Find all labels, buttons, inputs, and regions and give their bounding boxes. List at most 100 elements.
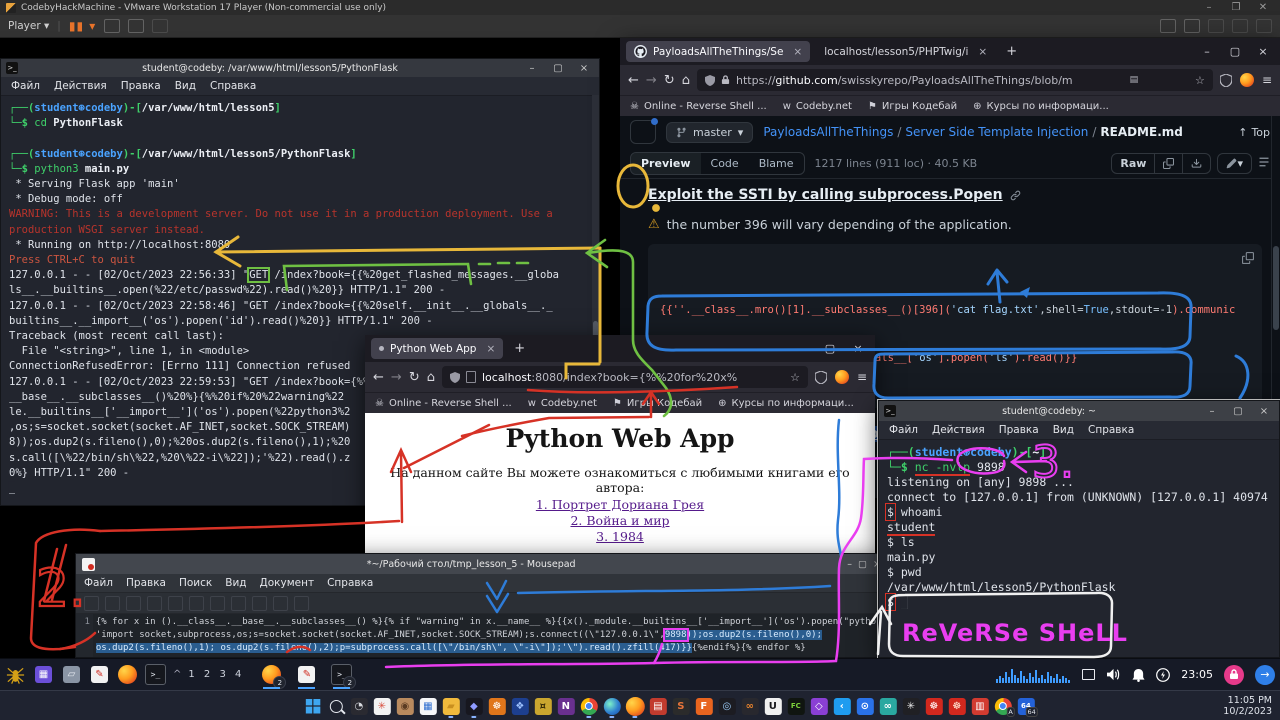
firefox-account-icon[interactable] [835,370,849,384]
session-icon[interactable]: → [1255,665,1275,685]
player-menu[interactable]: Player ▾ [8,20,49,32]
menu-item-Справка[interactable]: Справка [1088,424,1134,436]
menu-icon[interactable]: ≡ [1262,73,1272,87]
replace-icon[interactable] [294,596,309,611]
home-icon[interactable]: ⌂ [427,370,435,385]
forward-icon[interactable]: → [391,370,402,385]
app-media-red-icon[interactable]: ▤ [648,694,668,718]
reader-icon[interactable]: ▤ [1130,75,1139,85]
menu-item-Вид[interactable]: Вид [1053,424,1074,436]
app-gear-red-1-icon[interactable]: ☸ [924,694,944,718]
app-blender-icon[interactable]: ∞ [740,694,760,718]
mousepad-titlebar[interactable]: *~/Рабочий стол/tmp_lesson_5 - Mousepad … [76,554,887,574]
app-firefox-icon[interactable] [625,694,645,718]
menu-icon[interactable]: ≡ [857,370,867,384]
fullscreen-icon[interactable] [128,19,144,33]
payload-text[interactable]: {% for x in ().__class__.__base__.__subc… [93,614,887,657]
heading-subprocess-popen[interactable]: Exploit the SSTI by calling subprocess.P… [648,187,1262,203]
menu-item-Вид[interactable]: Вид [225,577,246,589]
branch-selector[interactable]: master ▾ [666,122,753,143]
mousepad-running-icon[interactable]: ✎ [296,664,317,685]
minimize-button[interactable]: – [1198,2,1220,13]
link-1984[interactable]: 3. 1984 [365,529,875,545]
app-gear-red-2-icon[interactable]: ☸ [947,694,967,718]
terminal-running-icon[interactable]: >_2 [331,664,352,685]
app-f-reader-icon[interactable]: F [694,694,714,718]
mousepad-minimize[interactable]: – [847,559,852,570]
github-window-close[interactable]: × [1252,45,1274,58]
mousepad-launcher-icon[interactable]: ✎ [89,664,110,685]
save-as-icon[interactable] [147,596,162,611]
app-unreal-icon[interactable]: U [763,694,783,718]
breadcrumb-repo[interactable]: PayloadsAllTheThings [763,125,893,139]
menu-item-Документ[interactable]: Документ [260,577,315,589]
firefox-launcher-icon[interactable] [117,664,138,685]
terminal1-titlebar[interactable]: >_ student@codeby: /var/www/html/lesson5… [1,59,599,77]
tab-close-icon[interactable]: × [486,343,495,355]
app-spider-icon[interactable]: ✳ [901,694,921,718]
bookmark-star-icon[interactable]: ☆ [1195,74,1205,87]
edit-button[interactable]: ▾ [1218,154,1251,173]
close-button[interactable]: ✕ [1252,2,1274,13]
bookmark-item[interactable]: wCodeby.net [528,398,597,409]
app-sublime-icon[interactable]: S [671,694,691,718]
harddisk-device-icon[interactable] [1184,19,1200,33]
expand-caret[interactable]: ^ [173,669,181,680]
app-gauge-icon[interactable]: ◔ [349,694,369,718]
tab-close-icon[interactable]: × [978,46,987,58]
codeby-logo-icon[interactable] [5,664,26,685]
bookmark-item[interactable]: ☠Online - Reverse Shell ... [375,398,512,409]
terminal-launcher-icon[interactable]: >_ [145,664,166,685]
display-device-icon[interactable] [1160,19,1176,33]
open-icon[interactable] [105,596,120,611]
vm-clock[interactable]: 23:05 [1181,668,1213,681]
mousepad-editor[interactable]: 1 {% for x in ().__class__.__base__.__su… [76,614,887,657]
network-device-icon[interactable] [1232,19,1248,33]
screen-lock-icon[interactable] [1224,665,1244,685]
app-edge-icon[interactable] [602,694,622,718]
new-tab-button[interactable]: + [509,341,530,356]
app-vscode-icon[interactable]: ‹ [832,694,852,718]
app-chrome-icon[interactable] [579,694,599,718]
webapp-urlbar[interactable]: localhost:8080/index?book={%%20for%20x% … [442,366,808,388]
mousepad-maximize[interactable]: ▢ [858,559,867,570]
save-icon[interactable] [126,596,141,611]
tab-close-icon[interactable]: × [793,46,802,58]
raw-button[interactable]: Raw [1112,154,1154,173]
start-button-icon[interactable] [303,694,323,718]
webapp-window-minimize[interactable]: – [791,342,813,355]
download-button[interactable] [1182,154,1210,173]
power-bolt-icon[interactable] [1156,668,1170,682]
reload-icon[interactable]: ↻ [409,370,420,385]
windows-clock[interactable]: 11:05 PM 10/2/2023 [1223,691,1272,720]
bookmark-item[interactable]: ⊕Курсы по информаци... [718,398,854,409]
bookmark-item[interactable]: wCodeby.net [783,101,852,112]
app-lens-icon[interactable]: ◎ [717,694,737,718]
menu-item-Правка[interactable]: Правка [999,424,1039,436]
menu-item-Файл[interactable]: Файл [889,424,918,436]
redo-icon[interactable] [189,596,204,611]
menu-item-Правка[interactable]: Правка [121,80,161,92]
cut-icon[interactable] [210,596,225,611]
menu-item-Вид[interactable]: Вид [175,80,196,92]
app-calendar-icon[interactable]: ▦ [418,694,438,718]
cdrom-device-icon[interactable] [1208,19,1224,33]
app-visual-studio-icon[interactable]: ◇ [809,694,829,718]
terminal2-minimize-button[interactable]: – [1202,406,1222,417]
tab-localhost-phptwig[interactable]: localhost/lesson5/PHPTwig/i× [816,41,995,62]
volume-icon[interactable] [1106,668,1121,681]
mousepad-window[interactable]: *~/Рабочий стол/tmp_lesson_5 - Mousepad … [75,553,888,658]
terminal2-maximize-button[interactable]: ▢ [1228,406,1248,417]
file-tree-icon[interactable] [630,120,656,144]
bookmark-item[interactable]: ⚑Игры Кодебай [868,101,957,112]
terminal-window-netcat[interactable]: >_ student@codeby: ~ – ▢ × ФайлДействияП… [878,400,1280,658]
link-war-and-peace[interactable]: 2. Война и мир [365,513,875,529]
app-pinwheel-icon[interactable]: ✳ [372,694,392,718]
app-fc-icon[interactable]: FC [786,694,806,718]
app-menu-icon[interactable]: ▦ [33,664,54,685]
terminal1-close-button[interactable]: × [574,63,594,74]
usb-device-icon[interactable] [1256,19,1272,33]
tab-preview[interactable]: Preview [631,153,701,174]
workspace-switcher[interactable]: 1 2 3 4 [188,669,244,680]
webapp-window-maximize[interactable]: ▢ [819,342,841,355]
